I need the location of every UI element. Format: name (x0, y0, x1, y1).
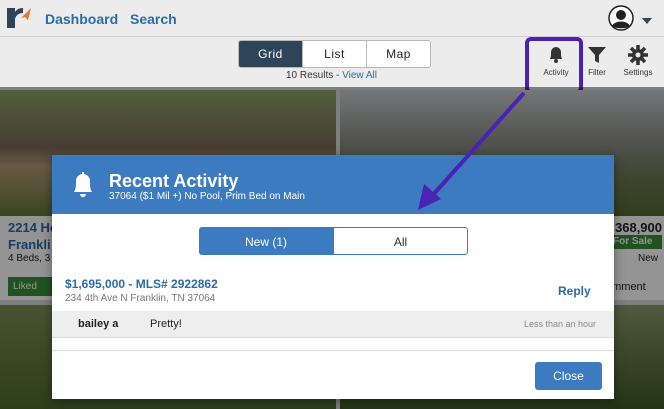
listing-address: 234 4th Ave N Franklin, TN 37064 (65, 293, 216, 304)
results-count: 10 Results - View All (286, 70, 377, 81)
settings-button[interactable]: Settings (615, 44, 661, 77)
recent-activity-modal: Recent Activity 37064 ($1 Mil +) No Pool… (52, 155, 614, 399)
close-button[interactable]: Close (535, 362, 602, 390)
activity-highlight-box (525, 37, 583, 94)
filter-label: Filter (588, 68, 606, 77)
nav-search-link[interactable]: Search (130, 11, 177, 27)
avatar-icon[interactable] (608, 5, 634, 31)
reply-button[interactable]: Reply (558, 284, 591, 298)
modal-title: Recent Activity (109, 171, 239, 191)
logo-icon[interactable] (4, 4, 34, 32)
gear-icon (628, 45, 648, 65)
listing-title-link[interactable]: $1,695,000 - MLS# 2922862 (65, 277, 218, 291)
modal-subtitle: 37064 ($1 Mil +) No Pool, Prim Bed on Ma… (109, 191, 305, 202)
tab-all[interactable]: All (333, 227, 468, 255)
activity-tabs: New (1) All (199, 227, 468, 255)
comment-time: Less than an hour (524, 319, 597, 329)
nav-dashboard-link[interactable]: Dashboard (45, 11, 118, 27)
settings-label: Settings (623, 68, 653, 77)
tab-list[interactable]: List (303, 41, 367, 67)
comment-user: bailey a (78, 318, 119, 330)
view-switcher: Grid List Map (238, 40, 431, 68)
view-all-link[interactable]: View All (342, 70, 377, 81)
tab-new[interactable]: New (1) (199, 227, 333, 255)
tab-map[interactable]: Map (367, 41, 430, 67)
results-text: 10 Results - (286, 70, 343, 81)
divider (52, 350, 614, 351)
tab-grid[interactable]: Grid (239, 41, 303, 67)
comment-text: Pretty! (150, 318, 182, 330)
bell-icon (70, 171, 96, 199)
caret-down-icon[interactable] (641, 13, 653, 24)
filter-icon (588, 47, 606, 63)
